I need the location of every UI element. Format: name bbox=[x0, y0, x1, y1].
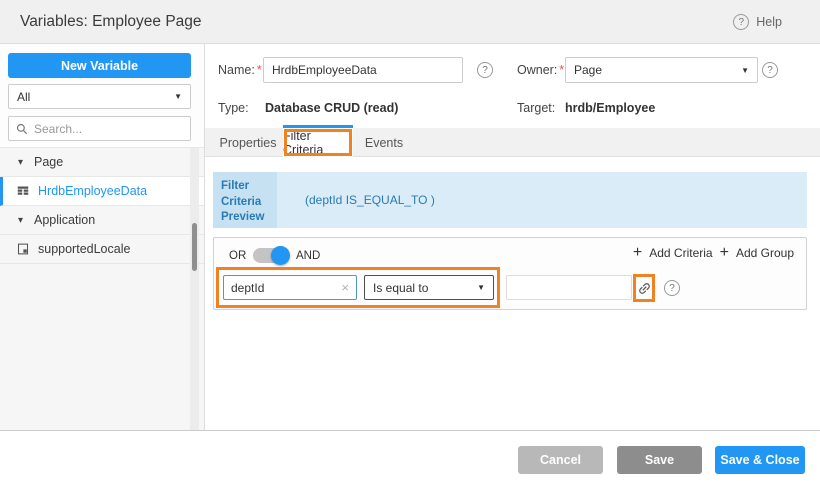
required-marker: * bbox=[257, 63, 262, 77]
required-marker: * bbox=[559, 63, 564, 77]
preview-label: Filter Criteria Preview bbox=[213, 172, 277, 228]
or-and-toggle[interactable] bbox=[253, 248, 288, 263]
and-label: AND bbox=[296, 250, 320, 262]
caret-down-icon: ▼ bbox=[174, 92, 182, 101]
clear-icon[interactable]: × bbox=[341, 280, 349, 295]
scrollbar-thumb[interactable] bbox=[192, 223, 197, 271]
or-label: OR bbox=[229, 250, 246, 262]
type-label: Type: bbox=[218, 101, 249, 115]
name-help-icon[interactable]: ? bbox=[477, 62, 493, 78]
criteria-field-input[interactable] bbox=[231, 281, 337, 295]
variable-search bbox=[8, 116, 191, 141]
add-actions: + Add Criteria + Add Group bbox=[633, 245, 794, 261]
dialog-header: Variables: Employee Page ? Help bbox=[0, 0, 820, 44]
new-variable-button[interactable]: New Variable bbox=[8, 53, 191, 78]
save-and-close-button[interactable]: Save & Close bbox=[715, 446, 805, 474]
sidebar-item-supportedlocale[interactable]: supportedLocale bbox=[0, 235, 204, 264]
condition-value: Is equal to bbox=[373, 281, 428, 295]
tab-properties[interactable]: Properties bbox=[213, 128, 283, 157]
add-criteria-button[interactable]: Add Criteria bbox=[649, 246, 712, 260]
caret-down-icon: ▼ bbox=[741, 66, 749, 75]
name-label: Name:* bbox=[218, 63, 262, 77]
link-icon[interactable] bbox=[633, 277, 654, 298]
plus-icon[interactable]: + bbox=[720, 245, 729, 261]
variable-tree: ▾ Page HrdbEmployeeData ▾ Application su… bbox=[0, 147, 204, 430]
owner-label: Owner:* bbox=[517, 63, 564, 77]
variables-dialog: Variables: Employee Page ? Help New Vari… bbox=[0, 0, 820, 490]
variables-sidebar: New Variable All ▼ ▾ Page HrdbEmployeeDa… bbox=[0, 44, 205, 430]
search-input[interactable] bbox=[34, 122, 189, 136]
add-group-button[interactable]: Add Group bbox=[736, 246, 794, 260]
caret-down-icon: ▼ bbox=[477, 283, 485, 292]
toggle-knob[interactable] bbox=[271, 246, 290, 265]
variable-detail-panel: Name:* ? Owner:* Page ▼ ? Type: Database… bbox=[205, 44, 820, 430]
page-title: Variables: Employee Page bbox=[20, 0, 202, 44]
sidebar-item-application-group[interactable]: ▾ Application bbox=[0, 206, 204, 235]
criteria-help-icon[interactable]: ? bbox=[664, 280, 680, 296]
criteria-field-box: × bbox=[223, 275, 357, 300]
tree-group-label: Application bbox=[34, 213, 95, 227]
collapse-arrow-icon[interactable]: ▾ bbox=[18, 215, 34, 226]
variable-type-filter-select[interactable]: All ▼ bbox=[8, 84, 191, 109]
document-icon bbox=[16, 242, 30, 256]
owner-select[interactable]: Page ▼ bbox=[565, 57, 758, 83]
sidebar-item-hrdbemployeedata[interactable]: HrdbEmployeeData bbox=[0, 177, 204, 206]
tree-item-label: HrdbEmployeeData bbox=[38, 184, 147, 198]
tab-filter-criteria[interactable]: Filter Criteria bbox=[283, 128, 353, 157]
database-icon bbox=[16, 184, 30, 198]
sidebar-item-page-group[interactable]: ▾ Page bbox=[0, 148, 204, 177]
type-value: Database CRUD (read) bbox=[265, 101, 398, 115]
collapse-arrow-icon[interactable]: ▾ bbox=[18, 157, 34, 168]
tree-item-label: supportedLocale bbox=[38, 242, 130, 256]
preview-value: (deptId IS_EQUAL_TO ) bbox=[277, 172, 807, 228]
tab-bar: Properties Filter Criteria Events bbox=[205, 128, 820, 157]
criteria-value-input[interactable] bbox=[506, 275, 632, 300]
save-button[interactable]: Save bbox=[617, 446, 702, 474]
tab-events[interactable]: Events bbox=[353, 128, 415, 157]
filter-criteria-preview: Filter Criteria Preview (deptId IS_EQUAL… bbox=[213, 172, 807, 228]
variable-type-filter-value: All bbox=[17, 90, 30, 104]
help-icon: ? bbox=[733, 14, 749, 30]
condition-select[interactable]: Is equal to ▼ bbox=[364, 275, 494, 300]
help-button[interactable]: ? Help bbox=[733, 0, 782, 44]
target-value: hrdb/Employee bbox=[565, 101, 655, 115]
owner-help-icon[interactable]: ? bbox=[762, 62, 778, 78]
criteria-builder: OR AND + Add Criteria + Add Group × Is e… bbox=[213, 237, 807, 310]
dialog-footer: Cancel Save Save & Close bbox=[0, 430, 820, 490]
name-input[interactable] bbox=[263, 57, 463, 83]
highlight-bind-icon bbox=[633, 274, 655, 302]
tree-group-label: Page bbox=[34, 155, 63, 169]
help-label: Help bbox=[756, 15, 782, 29]
cancel-button[interactable]: Cancel bbox=[518, 446, 603, 474]
target-label: Target: bbox=[517, 101, 555, 115]
sidebar-scrollbar[interactable] bbox=[190, 148, 199, 430]
search-icon bbox=[16, 123, 28, 135]
plus-icon[interactable]: + bbox=[633, 245, 642, 261]
owner-value: Page bbox=[574, 63, 602, 77]
